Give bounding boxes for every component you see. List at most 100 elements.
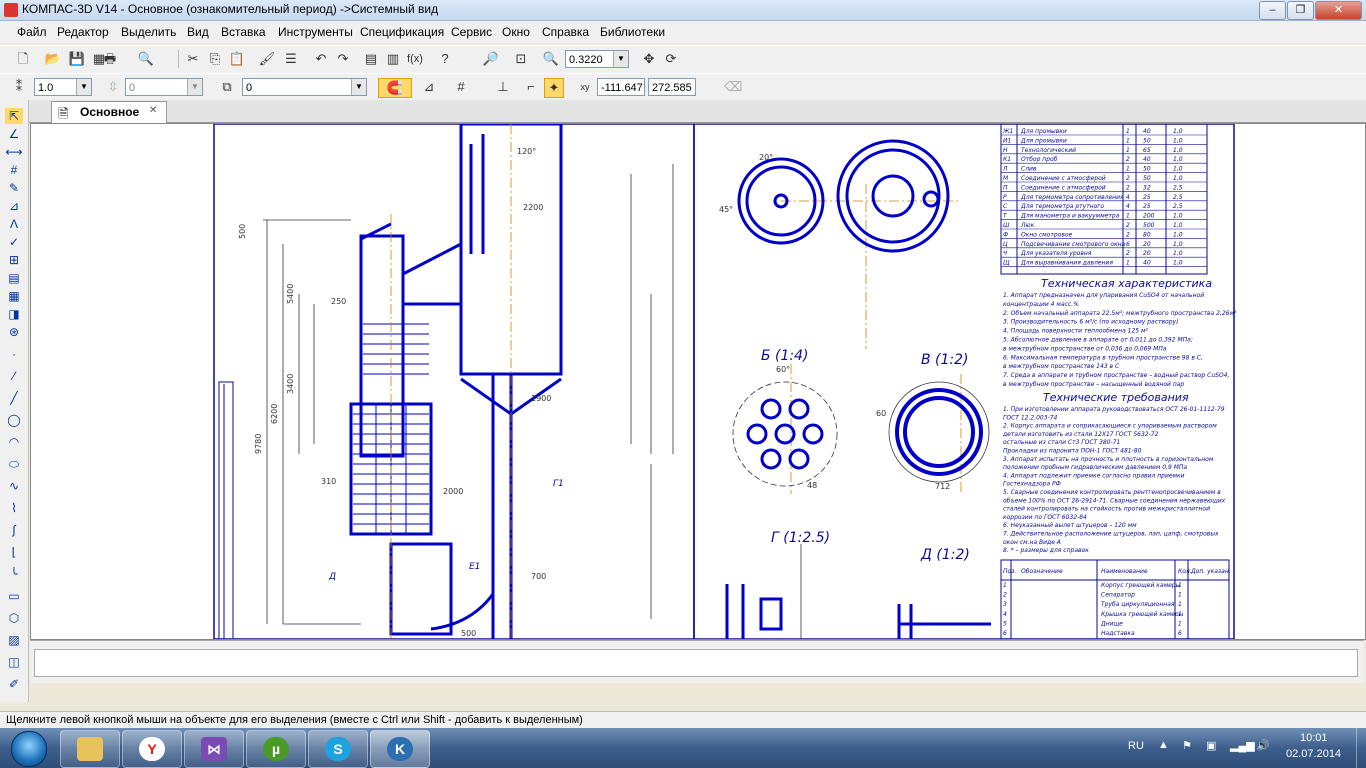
zoom-all-icon[interactable]: ⊡ — [512, 50, 530, 68]
menu-help[interactable]: Справка — [542, 25, 589, 39]
chevron-down-icon[interactable]: ▼ — [76, 79, 91, 95]
geometry-tool-icon[interactable]: ∠ — [5, 126, 23, 142]
open-folder-icon[interactable]: 📂 — [44, 50, 62, 68]
point-icon[interactable]: · — [5, 346, 23, 362]
contour-icon[interactable]: ◫ — [5, 654, 23, 670]
grid-icon[interactable]: # — [452, 78, 470, 96]
measure-tool-icon[interactable]: Λ — [5, 216, 23, 232]
pan-icon[interactable]: ✥ — [640, 50, 658, 68]
segment-icon[interactable]: ╱ — [5, 390, 23, 406]
close-button[interactable]: ✕ — [1315, 1, 1362, 20]
hatch-icon[interactable]: ▨ — [5, 632, 23, 648]
layer-combo[interactable]: 0 ▼ — [242, 78, 367, 96]
volume-icon[interactable]: 🔊 — [1256, 739, 1270, 752]
circle-icon[interactable]: ◯ — [5, 412, 23, 428]
angle-icon[interactable]: ⇳ — [104, 78, 122, 96]
chevron-down-icon[interactable]: ▼ — [351, 79, 366, 95]
ortho-mode-icon[interactable]: ⌐ — [522, 78, 540, 96]
drawing-canvas[interactable]: Ж1 Для промывки 1 40 1,0 И1 Для промывки 1 50 1,0… — [30, 123, 1366, 640]
zoom-combo[interactable]: 0.3220 ▼ — [565, 50, 629, 68]
polygon-icon[interactable]: ⬡ — [5, 610, 23, 626]
menu-tools[interactable]: Инструменты — [278, 25, 353, 39]
polyline-icon[interactable]: ⌇ — [5, 500, 23, 516]
cursor-step-combo[interactable]: 1.0 ▼ — [34, 78, 92, 96]
refresh-icon[interactable]: ⟳ — [662, 50, 680, 68]
taskbar-explorer[interactable] — [60, 730, 120, 768]
format-brush-icon[interactable]: 🖌 — [258, 50, 276, 68]
layers-icon[interactable]: ⧉ — [218, 78, 236, 96]
menu-editor[interactable]: Редактор — [57, 25, 109, 39]
bezier-icon[interactable]: ∫ — [5, 522, 23, 538]
restore-button[interactable]: ❐ — [1287, 1, 1314, 20]
preview-icon[interactable]: 🔍 — [137, 50, 155, 68]
arc-icon[interactable]: ◠ — [5, 434, 23, 450]
zoom-in-icon[interactable]: 🔍 — [542, 50, 560, 68]
angle-combo[interactable]: 0 ▼ — [125, 78, 203, 96]
tray-flag-icon[interactable]: ⚑ — [1182, 739, 1192, 752]
menu-insert[interactable]: Вставка — [221, 25, 266, 39]
properties-icon[interactable]: ☰ — [282, 50, 300, 68]
spec-tool-icon[interactable]: ▤ — [5, 270, 23, 286]
zoom-window-icon[interactable]: 🔎 — [482, 50, 500, 68]
taskbar-skype[interactable]: S — [308, 730, 368, 768]
clock-time[interactable]: 10:01 — [1300, 732, 1328, 744]
reports-tool-icon[interactable]: ▦ — [5, 288, 23, 304]
taskbar-yandex[interactable]: Y — [122, 730, 182, 768]
minimize-button[interactable]: – — [1259, 1, 1286, 20]
parameterize-tool-icon[interactable]: ⊿ — [5, 198, 23, 214]
insert-tool-icon[interactable]: ◨ — [5, 306, 23, 322]
chamfer-icon[interactable]: ⌊ — [5, 544, 23, 560]
menu-view[interactable]: Вид — [187, 25, 209, 39]
orthogonal-icon[interactable]: ⊿ — [420, 78, 438, 96]
dimensions-tool-icon[interactable]: ⟷ — [5, 144, 23, 160]
save-icon[interactable]: 💾 — [68, 50, 86, 68]
rectangle-icon[interactable]: ▭ — [5, 588, 23, 604]
tab-main[interactable]: 🗎 Основное ✕ — [51, 101, 167, 123]
taskbar-utorrent[interactable]: µ — [246, 730, 306, 768]
libraries-tool-icon[interactable]: ⊛ — [5, 324, 23, 340]
round-icon[interactable]: ✦ — [544, 78, 564, 98]
new-document-icon[interactable]: 🗋 — [14, 50, 32, 68]
equidistant-icon[interactable]: ✐ — [5, 676, 23, 692]
menu-file[interactable]: Файл — [17, 25, 47, 39]
snap-magnet-icon[interactable]: 🧲 — [378, 78, 412, 98]
language-indicator[interactable]: RU — [1128, 740, 1144, 752]
paste-icon[interactable]: 📋 — [228, 50, 246, 68]
library-icon[interactable]: ▥ — [384, 50, 402, 68]
command-input[interactable] — [34, 649, 1358, 677]
menu-service[interactable]: Сервис — [451, 25, 492, 39]
copy-icon[interactable]: ⎘ — [206, 50, 224, 68]
manager-icon[interactable]: ▤ — [362, 50, 380, 68]
tab-close-icon[interactable]: ✕ — [149, 105, 157, 116]
local-cs-icon[interactable]: ⊥ — [494, 78, 512, 96]
coord-y-field[interactable]: 272.585 — [648, 78, 696, 96]
menu-specification[interactable]: Спецификация — [360, 25, 444, 39]
cut-icon[interactable]: ✂ — [184, 50, 202, 68]
clear-icon[interactable]: ⌫ — [724, 78, 742, 96]
clock-date[interactable]: 02.07.2014 — [1286, 748, 1341, 760]
coord-x-field[interactable]: -111.647 — [597, 78, 645, 96]
print-icon[interactable]: 🖶 — [101, 50, 119, 68]
associative-view-icon[interactable]: ⊞ — [5, 252, 23, 268]
auxiliary-line-icon[interactable]: ⁄ — [5, 368, 23, 384]
fillet-icon[interactable]: ╰ — [5, 566, 23, 582]
redo-icon[interactable]: ↷ — [334, 50, 352, 68]
select-tool-icon[interactable]: ⇱ — [5, 108, 23, 124]
select-region-icon[interactable]: ✓ — [5, 234, 23, 250]
menu-select[interactable]: Выделить — [121, 25, 176, 39]
show-desktop-button[interactable] — [1356, 728, 1366, 768]
edit-tool-icon[interactable]: ✎ — [5, 180, 23, 196]
start-button[interactable] — [4, 730, 54, 767]
ellipse-icon[interactable]: ⬭ — [5, 456, 23, 472]
taskbar-kompas[interactable]: K — [370, 730, 430, 768]
chevron-down-icon[interactable]: ▼ — [613, 51, 628, 67]
help-cursor-icon[interactable]: ? — [436, 50, 454, 68]
menu-window[interactable]: Окно — [502, 25, 530, 39]
spline-icon[interactable]: ∿ — [5, 478, 23, 494]
tray-arrow-icon[interactable]: ▲ — [1158, 739, 1169, 751]
tray-device-icon[interactable]: ▣ — [1206, 739, 1216, 752]
symbols-tool-icon[interactable]: # — [5, 162, 23, 178]
variables-fx-icon[interactable]: f(x) — [406, 50, 424, 68]
network-icon[interactable]: ▂▄▆ — [1230, 739, 1255, 752]
menu-libraries[interactable]: Библиотеки — [600, 25, 665, 39]
